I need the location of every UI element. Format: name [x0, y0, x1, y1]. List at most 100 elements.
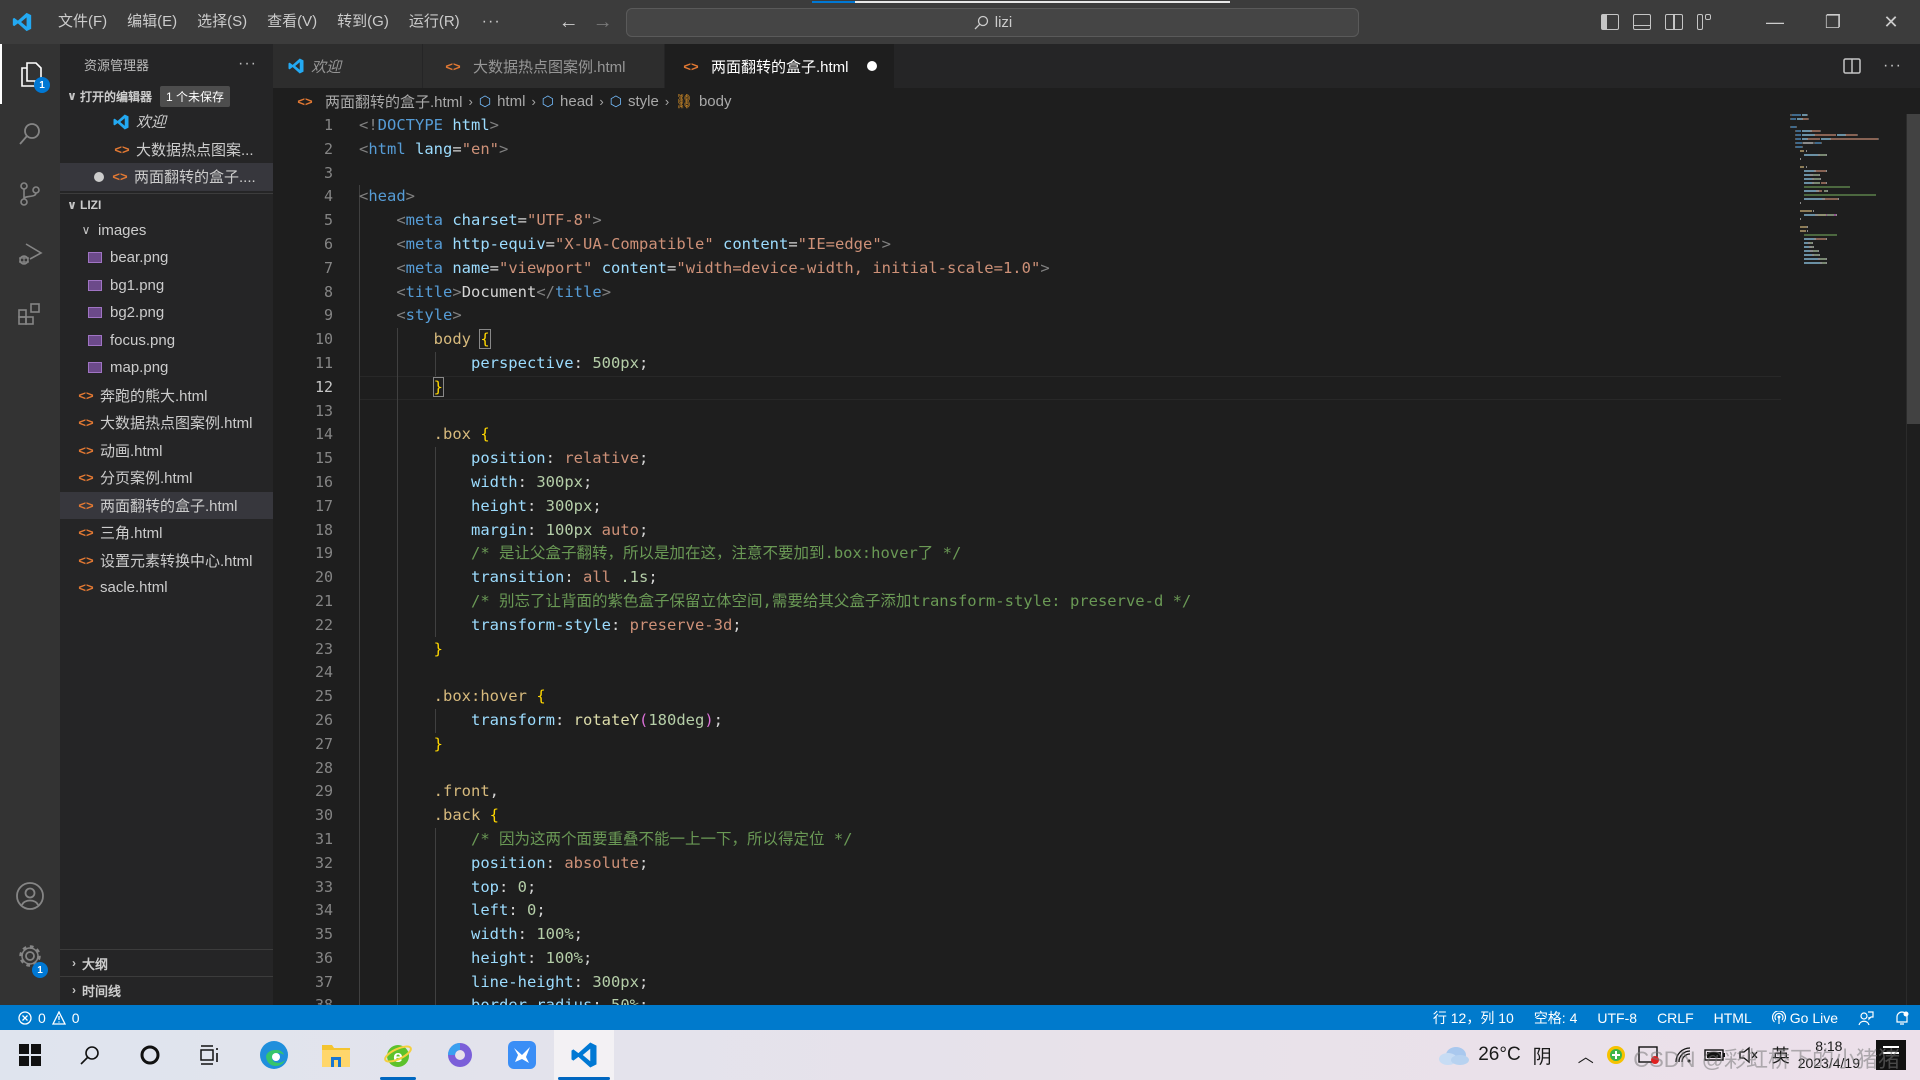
- file-item[interactable]: <> 奔跑的熊大.html: [60, 382, 273, 410]
- folder-section[interactable]: ∨ LIZI: [60, 192, 273, 217]
- code-line[interactable]: border-radius: 50%;: [359, 994, 1191, 1005]
- task-view-button[interactable]: [180, 1030, 240, 1080]
- taskbar-feishu[interactable]: [492, 1030, 552, 1080]
- code-line[interactable]: }: [359, 733, 1191, 757]
- minimize-button[interactable]: —: [1746, 0, 1804, 44]
- code-line[interactable]: body {: [359, 328, 1191, 352]
- volume-muted-icon[interactable]: [1738, 1046, 1758, 1064]
- code-lines[interactable]: <!DOCTYPE html> <html lang="en"> <head> <m…: [359, 114, 1191, 1005]
- breadcrumb-style[interactable]: style: [628, 93, 659, 110]
- menu-selection[interactable]: 选择(S): [187, 0, 257, 44]
- file-item[interactable]: <> 三角.html: [60, 519, 273, 547]
- code-line[interactable]: width: 100%;: [359, 923, 1191, 947]
- forward-arrow-icon[interactable]: →: [593, 11, 613, 34]
- open-editor-item[interactable]: 欢迎: [60, 108, 273, 136]
- editor-more-button[interactable]: ···: [1883, 57, 1902, 75]
- breadcrumb-body[interactable]: body: [699, 93, 732, 110]
- file-item[interactable]: focus.png: [60, 327, 273, 355]
- code-line[interactable]: top: 0;: [359, 876, 1191, 900]
- code-line[interactable]: width: 300px;: [359, 471, 1191, 495]
- taskbar-search-button[interactable]: [60, 1030, 120, 1080]
- file-item[interactable]: bg1.png: [60, 272, 273, 300]
- unsaved-dot-icon[interactable]: [866, 61, 877, 71]
- feedback-icon[interactable]: [1858, 1010, 1874, 1026]
- taskbar-office[interactable]: [430, 1030, 490, 1080]
- timeline-section[interactable]: › 时间线: [60, 976, 273, 1003]
- notifications-bell-icon[interactable]: [1894, 1010, 1910, 1026]
- explorer-button[interactable]: 1: [0, 44, 60, 104]
- code-line[interactable]: <meta http-equiv="X-UA-Compatible" conte…: [359, 233, 1191, 257]
- code-line[interactable]: .back {: [359, 804, 1191, 828]
- taskbar-file-explorer[interactable]: [306, 1030, 366, 1080]
- restore-button[interactable]: ❐: [1804, 0, 1862, 44]
- code-line[interactable]: left: 0;: [359, 899, 1191, 923]
- open-editor-item[interactable]: <> 两面翻转的盒子....: [60, 163, 273, 191]
- code-line[interactable]: position: relative;: [359, 447, 1191, 471]
- run-debug-button[interactable]: [0, 224, 60, 284]
- menu-run[interactable]: 运行(R): [399, 0, 470, 44]
- manage-button[interactable]: 1: [0, 926, 60, 986]
- code-line[interactable]: height: 100%;: [359, 947, 1191, 971]
- tab-flip-box[interactable]: <> 两面翻转的盒子.html: [665, 44, 895, 88]
- code-line[interactable]: <style>: [359, 304, 1191, 328]
- code-line[interactable]: /* 因为这两个面要重叠不能一上一下，所以得定位 */: [359, 828, 1191, 852]
- code-line[interactable]: height: 300px;: [359, 495, 1191, 519]
- code-line[interactable]: .box:hover {: [359, 685, 1191, 709]
- file-item[interactable]: <> 两面翻转的盒子.html: [60, 491, 273, 519]
- code-editor[interactable]: 1 2 3 4 5 6 7 8 9 10 11 12 13 14 15 16 17 18 19 20 21 22 23 24 2…: [273, 114, 1920, 1005]
- file-item[interactable]: <> sacle.html: [60, 574, 273, 602]
- code-line[interactable]: }: [359, 638, 1191, 662]
- code-line[interactable]: [359, 162, 1191, 186]
- weather-temp[interactable]: 26°C: [1478, 1044, 1520, 1066]
- cursor-position[interactable]: 行 12，列 10: [1433, 1008, 1514, 1028]
- code-line[interactable]: .box {: [359, 423, 1191, 447]
- menu-goto[interactable]: 转到(G): [327, 0, 399, 44]
- weather-desc[interactable]: 阴: [1533, 1042, 1552, 1069]
- vertical-scrollbar[interactable]: [1906, 114, 1920, 1005]
- breadcrumb-head[interactable]: head: [560, 93, 593, 110]
- notification-center-button[interactable]: [1876, 1040, 1906, 1070]
- code-line[interactable]: <meta name="viewport" content="width=dev…: [359, 257, 1191, 281]
- tab-bigdata-heatmap[interactable]: <> 大数据热点图案例.html: [423, 44, 665, 88]
- file-item[interactable]: <> 动画.html: [60, 437, 273, 465]
- menu-view[interactable]: 查看(V): [257, 0, 327, 44]
- menu-file[interactable]: 文件(F): [48, 0, 117, 44]
- taskbar-edge[interactable]: [244, 1030, 304, 1080]
- code-line[interactable]: <meta charset="UTF-8">: [359, 209, 1191, 233]
- cortana-button[interactable]: [120, 1030, 180, 1080]
- toggle-primary-sidebar-icon[interactable]: [1601, 14, 1619, 30]
- clock[interactable]: 8:18 2023/4/19: [1798, 1038, 1860, 1072]
- search-button[interactable]: [0, 104, 60, 164]
- chevron-up-icon[interactable]: ︿: [1578, 1043, 1594, 1067]
- ime-indicator[interactable]: 英: [1772, 1042, 1790, 1068]
- file-item[interactable]: map.png: [60, 354, 273, 382]
- folder-images[interactable]: ∨ images: [60, 217, 273, 245]
- toggle-secondary-sidebar-icon[interactable]: [1665, 14, 1683, 30]
- minimap[interactable]: [1790, 114, 1890, 274]
- split-editor-icon[interactable]: [1843, 58, 1861, 74]
- source-control-button[interactable]: [0, 164, 60, 224]
- menu-edit[interactable]: 编辑(E): [117, 0, 187, 44]
- menu-more-button[interactable]: ···: [470, 13, 513, 31]
- indentation[interactable]: 空格: 4: [1534, 1008, 1578, 1028]
- code-line[interactable]: [359, 661, 1191, 685]
- battery-icon[interactable]: [1704, 1048, 1726, 1062]
- toggle-panel-icon[interactable]: [1633, 14, 1651, 30]
- line-ending[interactable]: CRLF: [1657, 1010, 1694, 1026]
- outline-section[interactable]: › 大纲: [60, 949, 273, 976]
- screen-share-icon[interactable]: [1638, 1045, 1660, 1065]
- code-line[interactable]: <html lang="en">: [359, 138, 1191, 162]
- explorer-more-button[interactable]: ···: [238, 55, 257, 73]
- code-line[interactable]: }: [359, 376, 1191, 400]
- file-item[interactable]: bg2.png: [60, 299, 273, 327]
- encoding[interactable]: UTF-8: [1597, 1010, 1637, 1026]
- code-line[interactable]: perspective: 500px;: [359, 352, 1191, 376]
- wifi-icon[interactable]: [1674, 1046, 1692, 1064]
- open-editors-section[interactable]: ∨ 打开的编辑器 1 个未保存: [60, 84, 273, 108]
- code-line[interactable]: <head>: [359, 185, 1191, 209]
- back-arrow-icon[interactable]: ←: [559, 11, 579, 34]
- tab-welcome[interactable]: 欢迎: [273, 44, 423, 88]
- file-item[interactable]: <> 大数据热点图案例.html: [60, 409, 273, 437]
- code-line[interactable]: <!DOCTYPE html>: [359, 114, 1191, 138]
- accounts-button[interactable]: [0, 866, 60, 926]
